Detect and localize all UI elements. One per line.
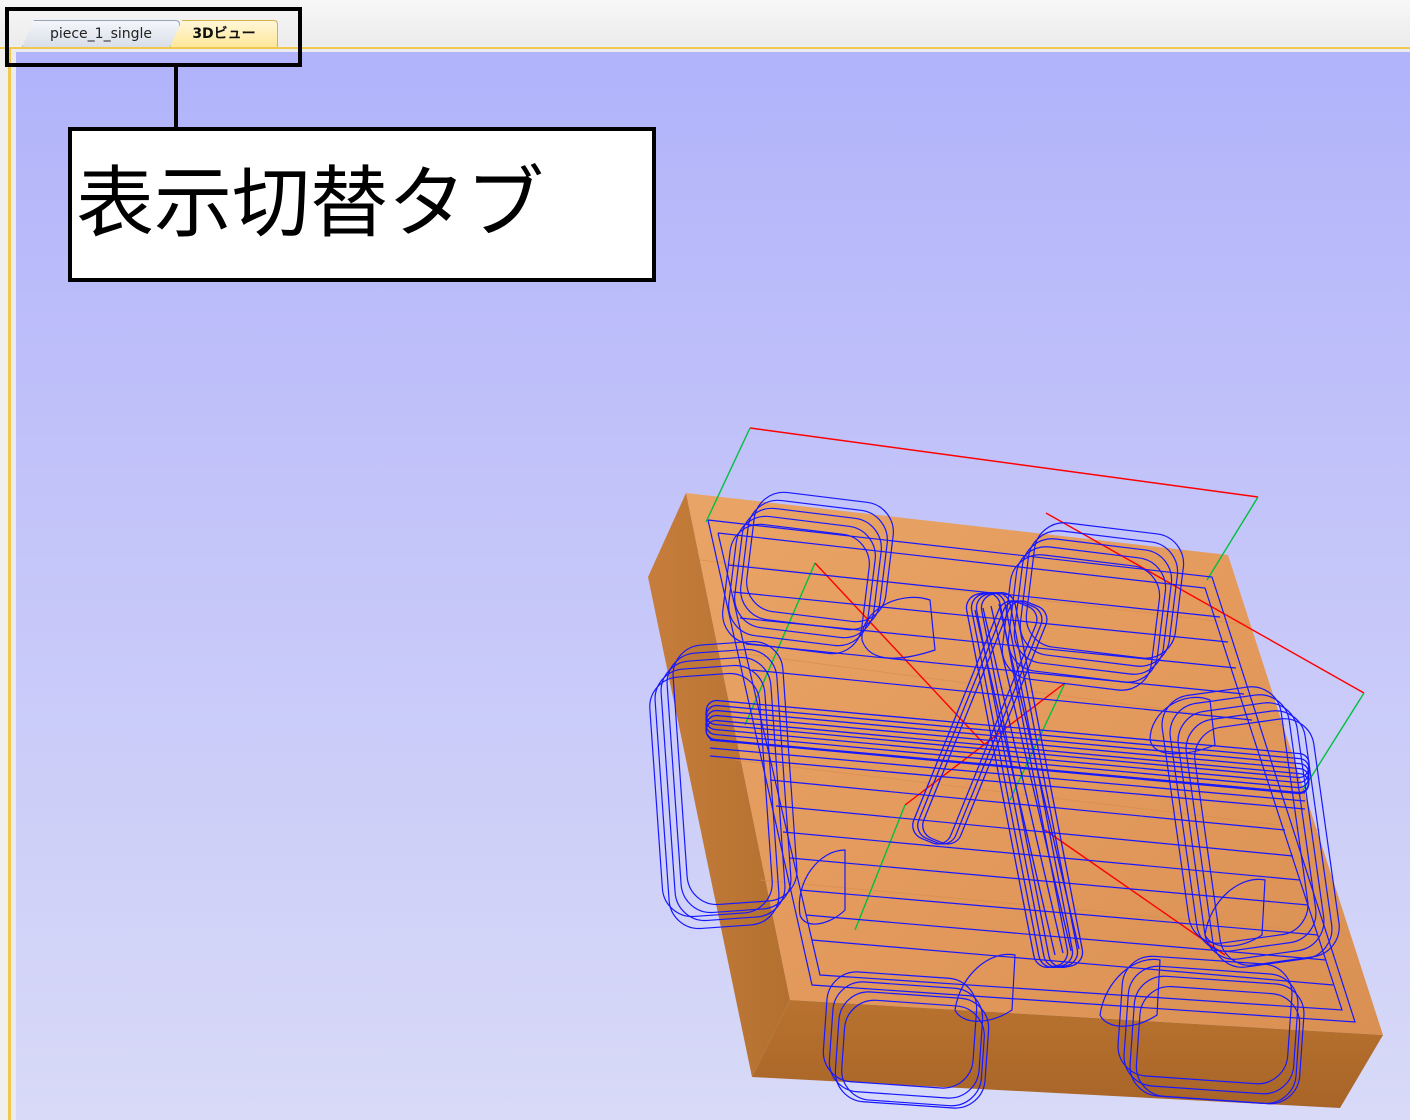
annotation-label: 表示切替タブ	[68, 127, 656, 282]
annotation-connector	[174, 67, 178, 129]
tab-3d-view[interactable]: 3Dビュー	[170, 20, 278, 47]
